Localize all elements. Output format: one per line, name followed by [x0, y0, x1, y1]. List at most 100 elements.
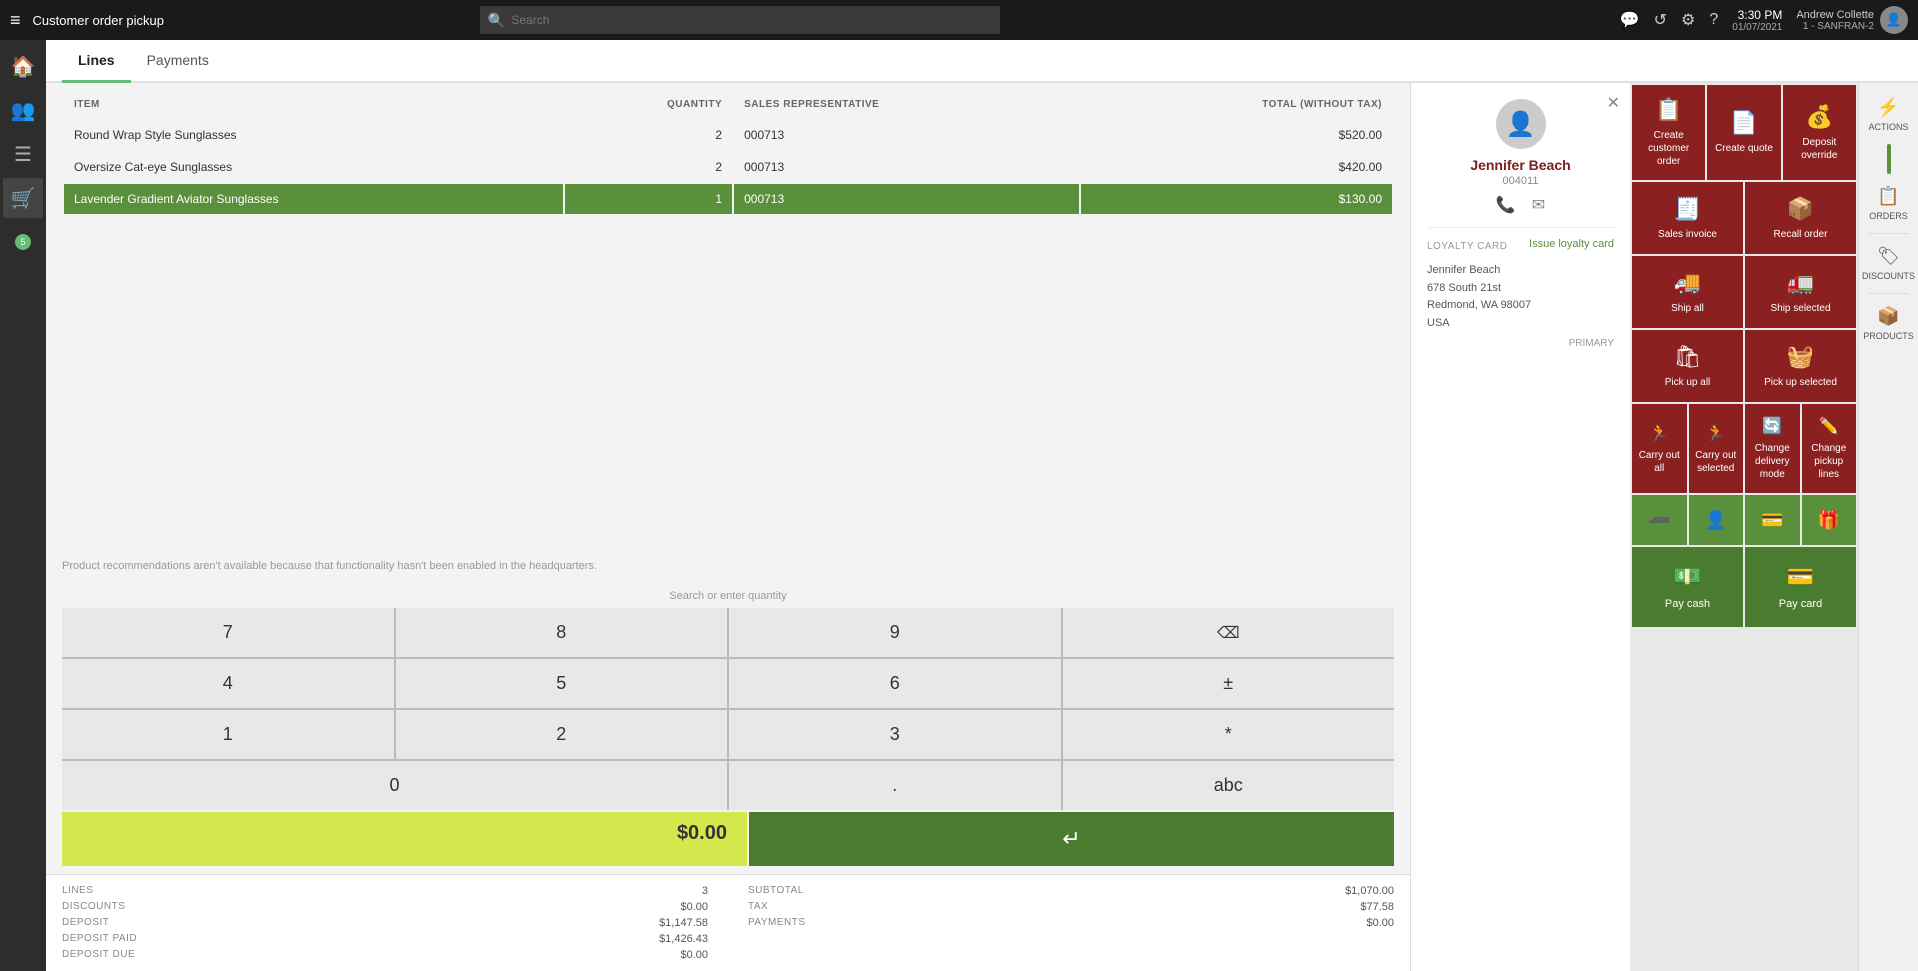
customer-panel: ✕ 👤 Jennifer Beach 004011 📞 ✉ LOYALTY CA… — [1410, 83, 1630, 971]
numpad-2[interactable]: 2 — [396, 710, 728, 759]
change-pickup-lines-button[interactable]: ✏️ Change pickup lines — [1802, 404, 1857, 493]
icon-btn-card[interactable]: 💳 — [1745, 495, 1800, 545]
deposit-paid-value: $1,426.43 — [659, 933, 708, 945]
row-rep: 000713 — [734, 184, 1079, 214]
search-bar: 🔍 — [480, 6, 1000, 34]
customer-close-button[interactable]: ✕ — [1607, 93, 1620, 113]
help-icon[interactable]: ? — [1709, 11, 1718, 29]
sales-invoice-button[interactable]: 🧾 Sales invoice — [1632, 182, 1743, 254]
icon-btn-person[interactable]: 👤 — [1689, 495, 1744, 545]
sales-invoice-label: Sales invoice — [1658, 228, 1717, 241]
app-title: Customer order pickup — [33, 13, 165, 28]
sidebar-badge-item[interactable]: 5 — [3, 222, 43, 262]
change-delivery-mode-label: Change delivery mode — [1751, 442, 1794, 481]
main-content: ITEM QUANTITY SALES REPRESENTATIVE TOTAL… — [46, 83, 1918, 971]
tax-value: $77.58 — [1360, 901, 1394, 913]
issue-loyalty-card-link[interactable]: Issue loyalty card — [1529, 238, 1614, 250]
products-label: PRODUCTS — [1863, 331, 1914, 341]
row-total: $520.00 — [1081, 120, 1392, 150]
numpad-bottom-row: $0.00 ↵ — [62, 812, 1394, 866]
numpad-7[interactable]: 7 — [62, 608, 394, 657]
deposit-override-label: Deposit override — [1789, 136, 1850, 162]
email-icon[interactable]: ✉ — [1532, 195, 1545, 215]
numpad-0[interactable]: 0 — [62, 761, 727, 810]
hamburger-icon[interactable]: ≡ — [10, 10, 21, 31]
col-rep: SALES REPRESENTATIVE — [734, 91, 1079, 118]
settings-icon[interactable]: ⚙ — [1681, 10, 1695, 30]
row-item: Round Wrap Style Sunglasses — [64, 120, 563, 150]
discounts-value: $0.00 — [680, 901, 708, 913]
refresh-icon[interactable]: ↺ — [1654, 10, 1667, 30]
numpad-4[interactable]: 4 — [62, 659, 394, 708]
deposit-override-button[interactable]: 💰 Deposit override — [1783, 85, 1856, 180]
action-buttons-panel: 📋 Create customer order 📄 Create quote 💰… — [1630, 83, 1858, 971]
tab-payments[interactable]: Payments — [131, 40, 225, 83]
numpad-9[interactable]: 9 — [729, 608, 1061, 657]
search-input[interactable] — [511, 13, 992, 27]
chat-icon[interactable]: 💬 — [1620, 10, 1640, 30]
numpad-backspace[interactable]: ⌫ — [1063, 608, 1395, 657]
numpad-enter[interactable]: ↵ — [749, 812, 1394, 866]
avatar: 👤 — [1880, 6, 1908, 34]
sidebar-badge: 5 — [15, 234, 31, 250]
numpad-multiply[interactable]: * — [1063, 710, 1395, 759]
discounts-strip-item[interactable]: 🏷 DISCOUNTS — [1862, 238, 1916, 289]
numpad-8[interactable]: 8 — [396, 608, 728, 657]
row-total: $420.00 — [1081, 152, 1392, 182]
products-icon: 📦 — [1877, 306, 1899, 327]
phone-icon[interactable]: 📞 — [1496, 195, 1516, 215]
sidebar-item-cart[interactable]: 🛒 — [3, 178, 43, 218]
recall-order-button[interactable]: 📦 Recall order — [1745, 182, 1856, 254]
carry-out-selected-label: Carry out selected — [1695, 449, 1738, 475]
sidebar-item-people[interactable]: 👥 — [3, 90, 43, 130]
products-strip-item[interactable]: 📦 PRODUCTS — [1862, 298, 1916, 349]
ship-all-button[interactable]: 🚚 Ship all — [1632, 256, 1743, 328]
change-pickup-lines-icon: ✏️ — [1819, 416, 1839, 436]
pay-cash-button[interactable]: 💵 Pay cash — [1632, 547, 1743, 627]
sales-invoice-icon: 🧾 — [1674, 196, 1701, 222]
pay-card-button[interactable]: 💳 Pay card — [1745, 547, 1856, 627]
strip-divider — [1869, 233, 1909, 234]
lightning-icon: ⚡ — [1877, 97, 1899, 118]
change-delivery-mode-button[interactable]: 🔄 Change delivery mode — [1745, 404, 1800, 493]
carry-out-all-button[interactable]: 🏃 Carry out all — [1632, 404, 1687, 493]
sidebar-item-home[interactable]: 🏠 — [3, 46, 43, 86]
table-row[interactable]: Round Wrap Style Sunglasses 2 000713 $52… — [64, 120, 1392, 150]
create-quote-button[interactable]: 📄 Create quote — [1707, 85, 1780, 180]
subtotal-value: $1,070.00 — [1345, 885, 1394, 897]
tax-label: TAX — [748, 901, 768, 913]
numpad-3[interactable]: 3 — [729, 710, 1061, 759]
actions-strip-item[interactable]: ⚡ ACTIONS — [1862, 89, 1916, 140]
summary-footer: LINES 3 DISCOUNTS $0.00 DEPOSIT $1,147.5… — [46, 874, 1410, 971]
green-indicator-bar — [1887, 144, 1891, 174]
search-qty-label: Search or enter quantity — [62, 584, 1394, 608]
numpad-plusminus[interactable]: ± — [1063, 659, 1395, 708]
numpad-1[interactable]: 1 — [62, 710, 394, 759]
middle-buttons-row: 🧾 Sales invoice 📦 Recall order — [1632, 182, 1856, 254]
numpad-decimal[interactable]: . — [729, 761, 1061, 810]
create-quote-label: Create quote — [1715, 142, 1773, 155]
sidebar-item-list[interactable]: ☰ — [3, 134, 43, 174]
numpad-5[interactable]: 5 — [396, 659, 728, 708]
icon-btn-minus[interactable]: ➖ — [1632, 495, 1687, 545]
numpad-abc[interactable]: abc — [1063, 761, 1395, 810]
numpad: 7 8 9 ⌫ 4 5 6 ± 1 2 3 * 0 . abc — [62, 608, 1394, 810]
numpad-6[interactable]: 6 — [729, 659, 1061, 708]
pick-up-selected-button[interactable]: 🧺 Pick up selected — [1745, 330, 1856, 402]
info-message: Product recommendations aren't available… — [46, 548, 1410, 584]
tab-lines[interactable]: Lines — [62, 40, 131, 83]
ship-selected-button[interactable]: 🚛 Ship selected — [1745, 256, 1856, 328]
orders-strip-item[interactable]: 📋 ORDERS — [1862, 178, 1916, 229]
table-row[interactable]: Oversize Cat-eye Sunglasses 2 000713 $42… — [64, 152, 1392, 182]
carry-out-selected-button[interactable]: 🏃 Carry out selected — [1689, 404, 1744, 493]
pick-up-all-button[interactable]: 🛍 Pick up all — [1632, 330, 1743, 402]
icon-btn-gift[interactable]: 🎁 — [1802, 495, 1857, 545]
table-row[interactable]: Lavender Gradient Aviator Sunglasses 1 0… — [64, 184, 1392, 214]
side-actions-strip: ⚡ ACTIONS 📋 ORDERS 🏷 DISCOUNTS — [1858, 83, 1918, 971]
loyalty-label: LOYALTY CARD — [1427, 241, 1507, 252]
top-buttons-row: 📋 Create customer order 📄 Create quote 💰… — [1632, 85, 1856, 180]
pay-cash-icon: 💵 — [1674, 564, 1701, 590]
recall-order-label: Recall order — [1774, 228, 1828, 241]
create-customer-order-button[interactable]: 📋 Create customer order — [1632, 85, 1705, 180]
row-qty: 2 — [565, 120, 732, 150]
